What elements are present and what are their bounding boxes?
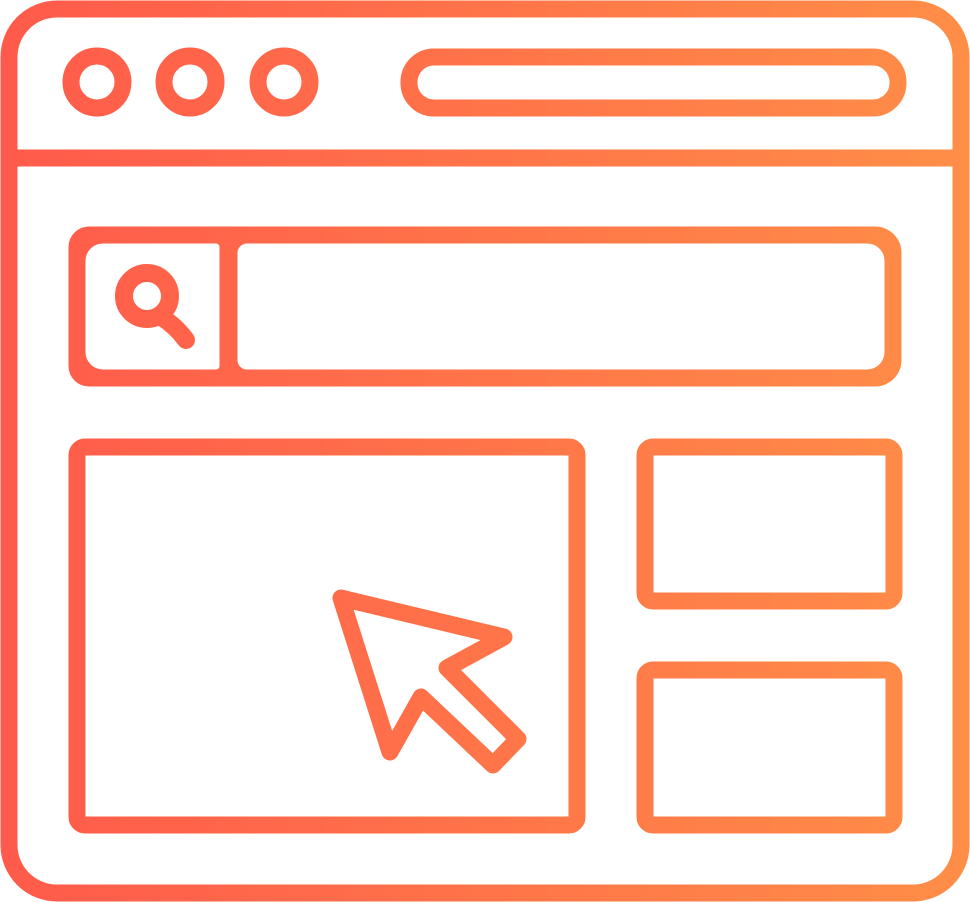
browser-window-icon	[0, 0, 970, 902]
maximize-dot[interactable]	[249, 47, 319, 117]
side-panel-bottom[interactable]	[636, 661, 903, 834]
cursor-arrow-icon	[332, 589, 527, 774]
close-dot[interactable]	[62, 47, 132, 117]
search-icon[interactable]	[115, 264, 195, 349]
search-input[interactable]	[220, 226, 902, 387]
minimize-dot[interactable]	[155, 47, 225, 117]
search-bar[interactable]	[68, 226, 902, 387]
search-button[interactable]	[68, 226, 237, 387]
side-panel-top[interactable]	[636, 438, 903, 610]
address-bar[interactable]	[400, 48, 907, 117]
